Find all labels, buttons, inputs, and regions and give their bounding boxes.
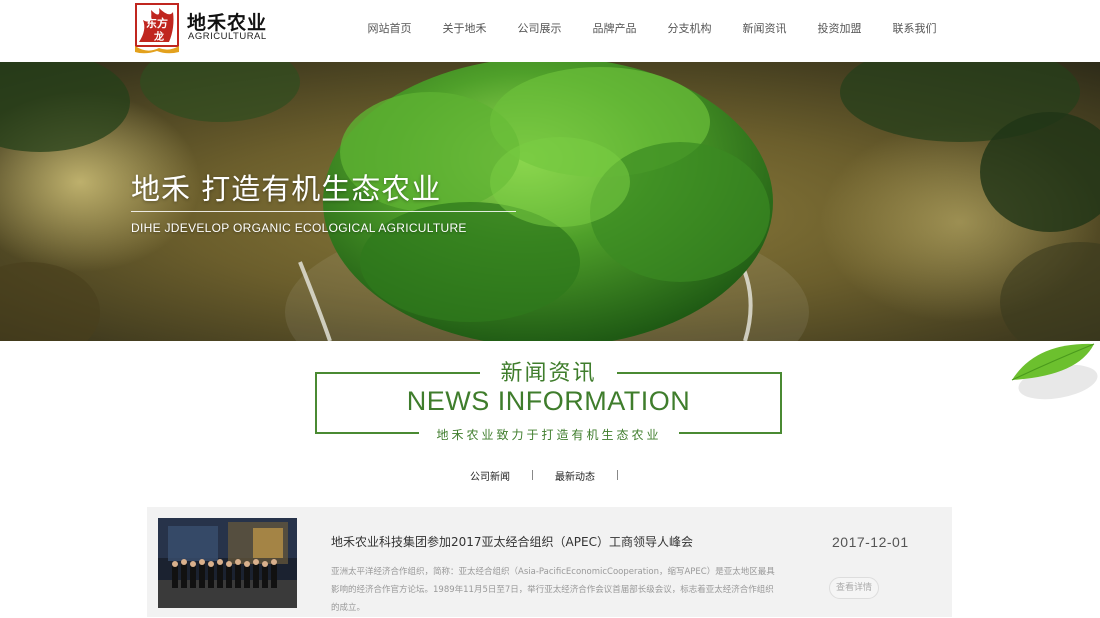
site-header: 东方 龙 地禾农业 AGRICULTURAL 网站首页 关于地禾 公司展示 品牌… — [0, 0, 1100, 62]
svg-text:龙: 龙 — [153, 30, 164, 43]
nav-branches[interactable]: 分支机构 — [652, 0, 727, 58]
banner-divider — [131, 211, 516, 212]
nav-contact[interactable]: 联系我们 — [877, 0, 952, 58]
news-tabs: 公司新闻 最新动态 — [470, 466, 640, 484]
view-details-button[interactable]: 查看详情 — [829, 577, 879, 599]
banner-subtitle: DIHE JDEVELOP ORGANIC ECOLOGICAL AGRICUL… — [131, 221, 467, 235]
group-photo-image — [158, 518, 297, 608]
site-logo[interactable]: 东方 龙 地禾农业 AGRICULTURAL — [133, 2, 273, 54]
news-item[interactable]: 地禾农业科技集团参加2017亚太经合组织（APEC）工商领导人峰会 亚洲太平洋经… — [147, 507, 952, 617]
nav-news[interactable]: 新闻资讯 — [727, 0, 802, 58]
nav-invest[interactable]: 投资加盟 — [802, 0, 877, 58]
leaf-decoration-icon — [1011, 343, 1098, 400]
hero-banner: 地禾 打造有机生态农业 DIHE JDEVELOP ORGANIC ECOLOG… — [0, 62, 1100, 341]
tab-company-news[interactable]: 公司新闻 — [470, 468, 510, 483]
nav-products[interactable]: 品牌产品 — [577, 0, 652, 58]
tab-divider — [617, 470, 618, 480]
tab-latest-updates[interactable]: 最新动态 — [555, 468, 595, 483]
news-description: 亚洲太平洋经济合作组织，简称：亚太经合组织（Asia-PacificEconom… — [331, 567, 775, 613]
nav-home[interactable]: 网站首页 — [352, 0, 427, 58]
logo-name-en: AGRICULTURAL — [188, 31, 267, 42]
nav-company[interactable]: 公司展示 — [502, 0, 577, 58]
logo-seal-icon: 东方 龙 — [135, 3, 179, 54]
banner-title: 地禾 打造有机生态农业 — [131, 172, 442, 206]
nav-about[interactable]: 关于地禾 — [427, 0, 502, 58]
svg-text:东方: 东方 — [146, 16, 168, 30]
section-slogan: 地禾农业致力于打造有机生态农业 — [419, 426, 679, 443]
tab-divider — [532, 470, 533, 480]
main-nav: 网站首页 关于地禾 公司展示 品牌产品 分支机构 新闻资讯 投资加盟 联系我们 — [352, 0, 952, 58]
news-date: 2017-12-01 — [832, 534, 909, 550]
news-title[interactable]: 地禾农业科技集团参加2017亚太经合组织（APEC）工商领导人峰会 — [331, 533, 693, 550]
section-title-cn: 新闻资讯 — [500, 361, 597, 386]
section-title-en: NEWS INFORMATION — [406, 386, 691, 416]
news-thumbnail[interactable] — [158, 518, 297, 608]
